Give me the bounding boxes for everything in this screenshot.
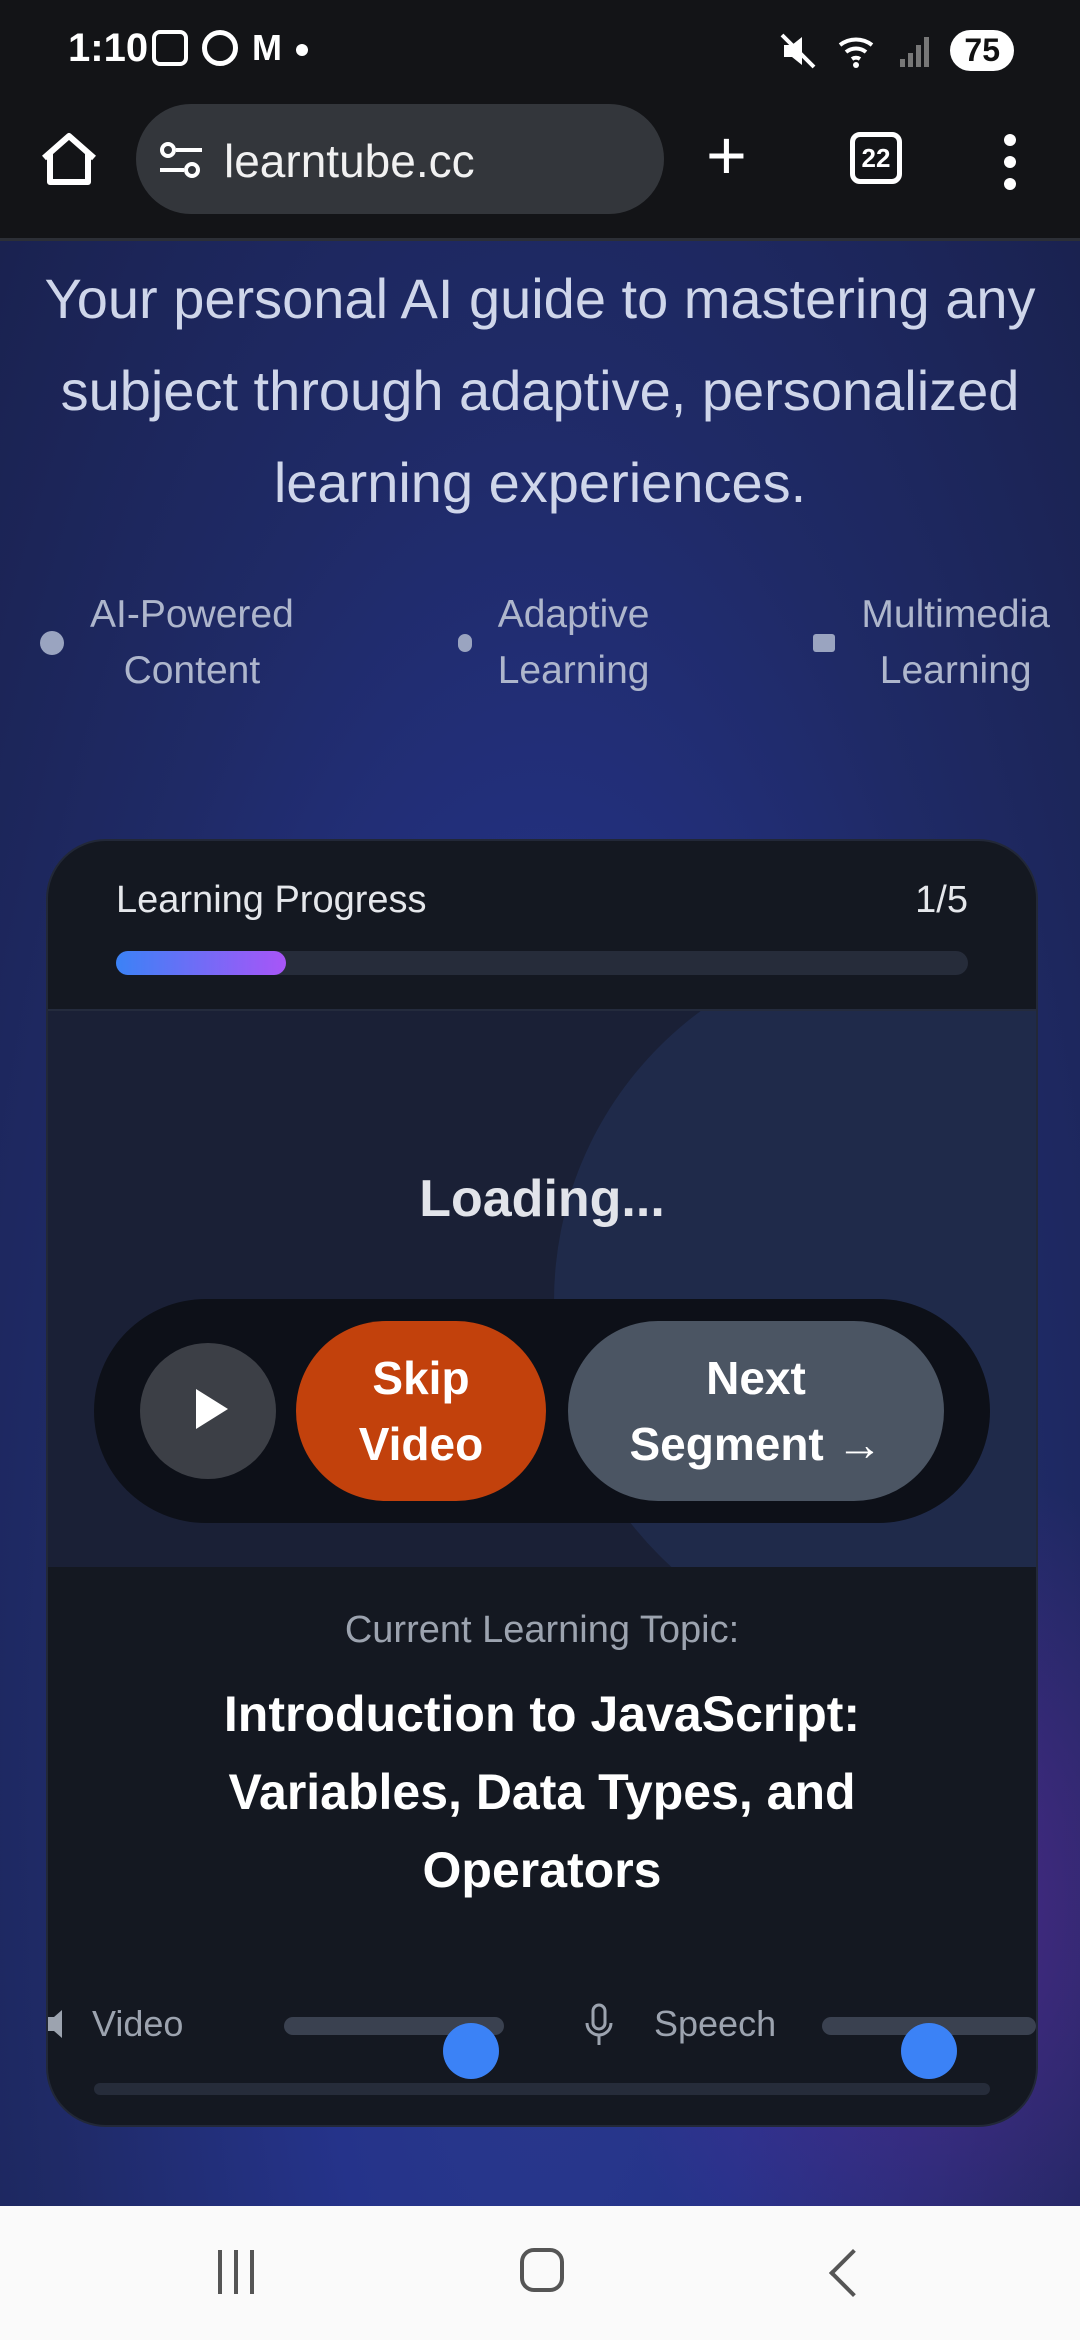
feature-label: Multimedia Learning — [861, 593, 1050, 692]
chrome-icon — [202, 30, 238, 66]
page-content: Your personal AI guide to mastering any … — [0, 241, 1080, 2206]
feature-label: Adaptive Learning — [497, 593, 650, 692]
battery-indicator: 75 — [950, 30, 1014, 71]
user-icon — [457, 634, 472, 652]
new-tab-icon[interactable]: + — [706, 120, 747, 190]
layout-icon — [813, 634, 836, 652]
browser-toolbar: learntube.cc + 22 — [0, 100, 1080, 241]
recent-apps-icon[interactable] — [218, 2250, 254, 2294]
progress-bar — [116, 951, 968, 975]
loading-text: Loading... — [419, 1170, 665, 1228]
status-time: 1:10 — [68, 26, 149, 70]
signal-icon — [900, 36, 930, 67]
address-bar[interactable]: learntube.cc — [136, 104, 664, 214]
feature-item-adaptive: Adaptive Learning — [457, 587, 650, 699]
check-circle-icon — [40, 631, 64, 655]
back-icon[interactable] — [828, 2248, 878, 2298]
feature-item-ai-powered: AI-Powered Content — [40, 587, 294, 699]
screenshot-icon — [152, 30, 188, 66]
video-volume-slider[interactable] — [284, 2017, 504, 2079]
topic-label: Current Learning Topic: — [344, 1609, 740, 1651]
feature-list: AI-Powered Content Adaptive Learning Mul… — [40, 587, 1050, 699]
status-system-icons: 75 — [778, 30, 1014, 71]
video-slider-label: Video — [92, 2003, 184, 2044]
feature-label: AI-Powered Content — [90, 593, 294, 692]
microphone-icon — [585, 2003, 613, 2045]
video-volume-icon — [48, 2010, 62, 2038]
play-button[interactable] — [140, 1343, 276, 1479]
speech-slider-thumb[interactable] — [901, 2023, 957, 2079]
volume-sliders: Video Speech — [48, 1991, 1036, 2079]
url-text[interactable]: learntube.cc — [224, 134, 475, 188]
feature-item-multimedia: Multimedia Learning — [813, 587, 1050, 699]
status-bar: 1:10 M 75 — [0, 0, 1080, 100]
status-notification-icons: M — [152, 30, 308, 66]
speech-volume-slider[interactable] — [822, 2017, 1036, 2079]
learning-card: Learning Progress 1/5 Loading... Skip Vi… — [46, 839, 1038, 2127]
more-notifications-dot-icon — [296, 44, 308, 56]
progress-count: 1/5 — [915, 879, 968, 921]
site-settings-icon[interactable] — [158, 140, 204, 180]
tab-switcher-button[interactable]: 22 — [850, 132, 902, 184]
next-segment-button[interactable]: Next Segment → — [568, 1321, 944, 1501]
video-player[interactable]: Loading... Skip Video Next Segment → — [48, 1009, 1036, 1567]
video-slider-thumb[interactable] — [443, 2023, 499, 2079]
progress-title: Learning Progress — [116, 879, 427, 921]
system-nav-bar — [0, 2206, 1080, 2340]
gmail-icon: M — [252, 27, 282, 68]
topic-title: Introduction to JavaScript: Variables, D… — [223, 1686, 861, 1898]
wifi-icon — [839, 37, 874, 68]
card-footer-bar — [94, 2083, 990, 2095]
video-controls: Skip Video Next Segment → — [94, 1299, 990, 1523]
speech-slider-label: Speech — [654, 2003, 777, 2044]
progress-bar-fill — [116, 951, 287, 975]
play-icon — [196, 1389, 228, 1429]
home-nav-icon[interactable] — [520, 2248, 564, 2292]
home-icon[interactable] — [38, 128, 100, 190]
skip-video-button[interactable]: Skip Video — [296, 1321, 546, 1501]
more-menu-icon[interactable] — [1004, 134, 1018, 200]
hero-tagline: Your personal AI guide to mastering any … — [44, 267, 1036, 514]
mute-icon — [780, 33, 816, 68]
